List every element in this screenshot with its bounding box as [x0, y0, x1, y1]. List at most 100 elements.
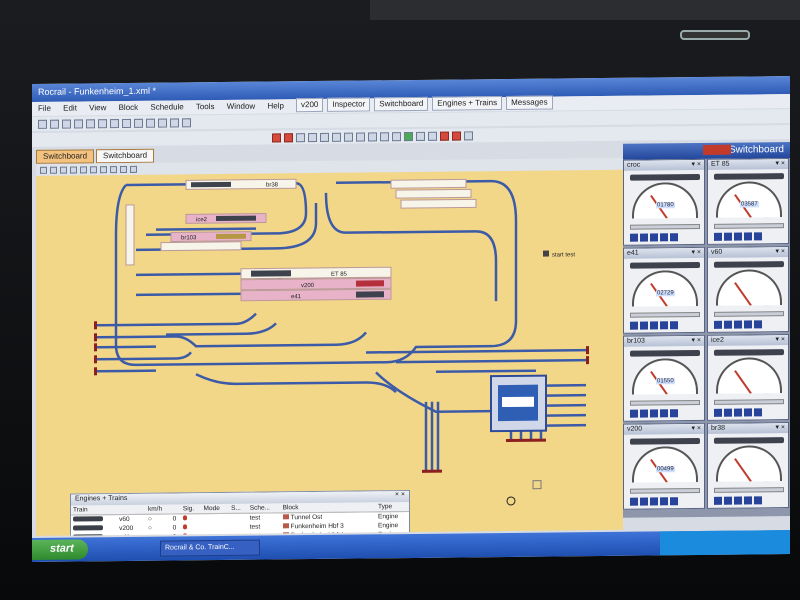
start-button[interactable]: start [32, 539, 88, 560]
menu-file[interactable]: File [38, 104, 51, 113]
grid-icon[interactable] [120, 165, 127, 173]
blocks-icon[interactable] [368, 131, 377, 141]
locomotive-icon[interactable] [440, 131, 449, 141]
fn-button[interactable] [744, 496, 752, 505]
throttle-5[interactable]: br103 ▾ × 01550 [623, 334, 705, 422]
speed-slider[interactable] [630, 311, 700, 318]
pencil-icon[interactable] [50, 166, 57, 174]
menu-help[interactable]: Help [267, 101, 283, 110]
start-test-button[interactable]: start test [543, 250, 575, 259]
fn-button[interactable] [640, 321, 648, 330]
redo-icon[interactable] [122, 118, 131, 128]
col-speed[interactable]: km/h [146, 504, 171, 514]
fn-button[interactable] [714, 408, 722, 417]
start-all-icon[interactable] [320, 132, 329, 142]
fn-button[interactable] [724, 408, 732, 417]
fn-button[interactable] [734, 320, 742, 329]
fn-button[interactable] [650, 321, 658, 330]
fn-button[interactable] [670, 233, 678, 242]
taskbar-item-rocrail[interactable]: Rocrail & Co. TrainC... [160, 539, 260, 557]
sensor-tool-icon[interactable] [100, 165, 107, 173]
reset-icon[interactable] [344, 132, 353, 142]
col-id[interactable] [117, 504, 146, 515]
menu-view[interactable]: View [89, 103, 106, 112]
tab-inspector[interactable]: Inspector [327, 97, 371, 112]
throttle-4[interactable]: v60 ▾ × [707, 246, 789, 333]
throttle-close-icon[interactable]: ▾ × [691, 248, 701, 256]
zoom-out-icon[interactable] [146, 118, 155, 128]
sensor-icon[interactable] [428, 131, 437, 141]
fn-button[interactable] [744, 408, 752, 417]
fn-button[interactable] [714, 496, 722, 505]
tab-messages[interactable]: Messages [506, 95, 553, 111]
fn-button[interactable] [714, 320, 722, 329]
fn-button[interactable] [724, 232, 732, 241]
switch-icon[interactable] [416, 131, 425, 141]
throttle-7[interactable]: v200 ▾ × 00499 [623, 422, 705, 510]
speed-slider[interactable] [630, 223, 700, 230]
tab-v200[interactable]: v200 [296, 97, 324, 113]
throttle-close-icon[interactable]: ▾ × [775, 247, 785, 255]
speed-slider[interactable] [630, 487, 700, 494]
throttle-close-icon[interactable]: ▾ × [691, 336, 701, 344]
zoom-in-icon[interactable] [134, 118, 143, 128]
routes-icon[interactable] [392, 131, 401, 141]
paste-icon[interactable] [98, 118, 107, 128]
fn-button[interactable] [660, 233, 668, 242]
power-on-icon[interactable] [296, 132, 305, 142]
throttle-close-icon[interactable]: ▾ × [775, 335, 785, 343]
fn-button[interactable] [670, 321, 678, 330]
fn-button[interactable] [724, 320, 732, 329]
col-train[interactable]: Train [71, 505, 118, 515]
fn-button[interactable] [744, 232, 752, 241]
fn-button[interactable] [734, 232, 742, 241]
new-icon[interactable] [38, 119, 47, 129]
speed-radio[interactable]: ○ [146, 533, 171, 536]
fn-button[interactable] [650, 409, 658, 418]
fn-button[interactable] [714, 232, 722, 241]
speed-slider[interactable] [714, 487, 784, 493]
tools-icon[interactable] [170, 117, 179, 128]
fn-button[interactable] [640, 497, 648, 506]
speed-radio[interactable]: ○ [146, 514, 171, 524]
col-mode[interactable]: Mode [201, 503, 230, 514]
throttle-close-icon[interactable]: ▾ × [691, 424, 701, 432]
fn-button[interactable] [660, 321, 668, 330]
col-signal[interactable]: Sig. [180, 504, 202, 514]
engines-icon[interactable] [356, 131, 365, 142]
speed-radio[interactable]: ○ [146, 523, 171, 533]
checkbox-icon[interactable] [532, 480, 542, 490]
tab-switchboard-1[interactable]: Switchboard [36, 149, 95, 164]
fn-button[interactable] [640, 409, 648, 418]
block-tool-icon[interactable] [90, 165, 97, 173]
throttle-close-icon[interactable]: ▾ × [691, 160, 701, 168]
fn-button[interactable] [734, 408, 742, 417]
fn-button[interactable] [754, 496, 762, 505]
fn-button[interactable] [670, 497, 678, 506]
col-s[interactable]: S... [229, 503, 248, 513]
fn-button[interactable] [650, 233, 658, 242]
turntable[interactable] [490, 374, 547, 433]
open-icon[interactable] [50, 119, 59, 129]
throttle-close-icon[interactable]: ▾ × [775, 423, 785, 431]
auto-mode-icon[interactable] [308, 132, 317, 142]
stop-icon[interactable] [506, 496, 516, 506]
color-icon[interactable] [130, 165, 137, 173]
undo-icon[interactable] [110, 118, 119, 128]
throttle-8[interactable]: br38 ▾ × [707, 422, 789, 509]
track-plan[interactable]: br38 ice2 br103 ET 85 v200 e41 start tes… [36, 169, 623, 536]
close-icon[interactable]: × × [395, 491, 405, 498]
throttle-close-icon[interactable]: ▾ × [775, 159, 785, 167]
fn-button[interactable] [660, 497, 668, 506]
menu-schedule[interactable]: Schedule [150, 102, 183, 111]
stop-all-icon[interactable] [332, 132, 341, 142]
throttle-1[interactable]: croc ▾ × 01780 [623, 158, 705, 246]
signal-tool-icon[interactable] [80, 165, 87, 173]
schedule-icon[interactable] [464, 130, 473, 140]
menu-tools[interactable]: Tools [196, 102, 215, 111]
text-tool-icon[interactable] [110, 165, 117, 173]
tab-switchboard-2[interactable]: Switchboard [96, 148, 155, 164]
fn-button[interactable] [660, 409, 668, 418]
fn-button[interactable] [734, 496, 742, 505]
help-icon[interactable] [182, 117, 191, 127]
